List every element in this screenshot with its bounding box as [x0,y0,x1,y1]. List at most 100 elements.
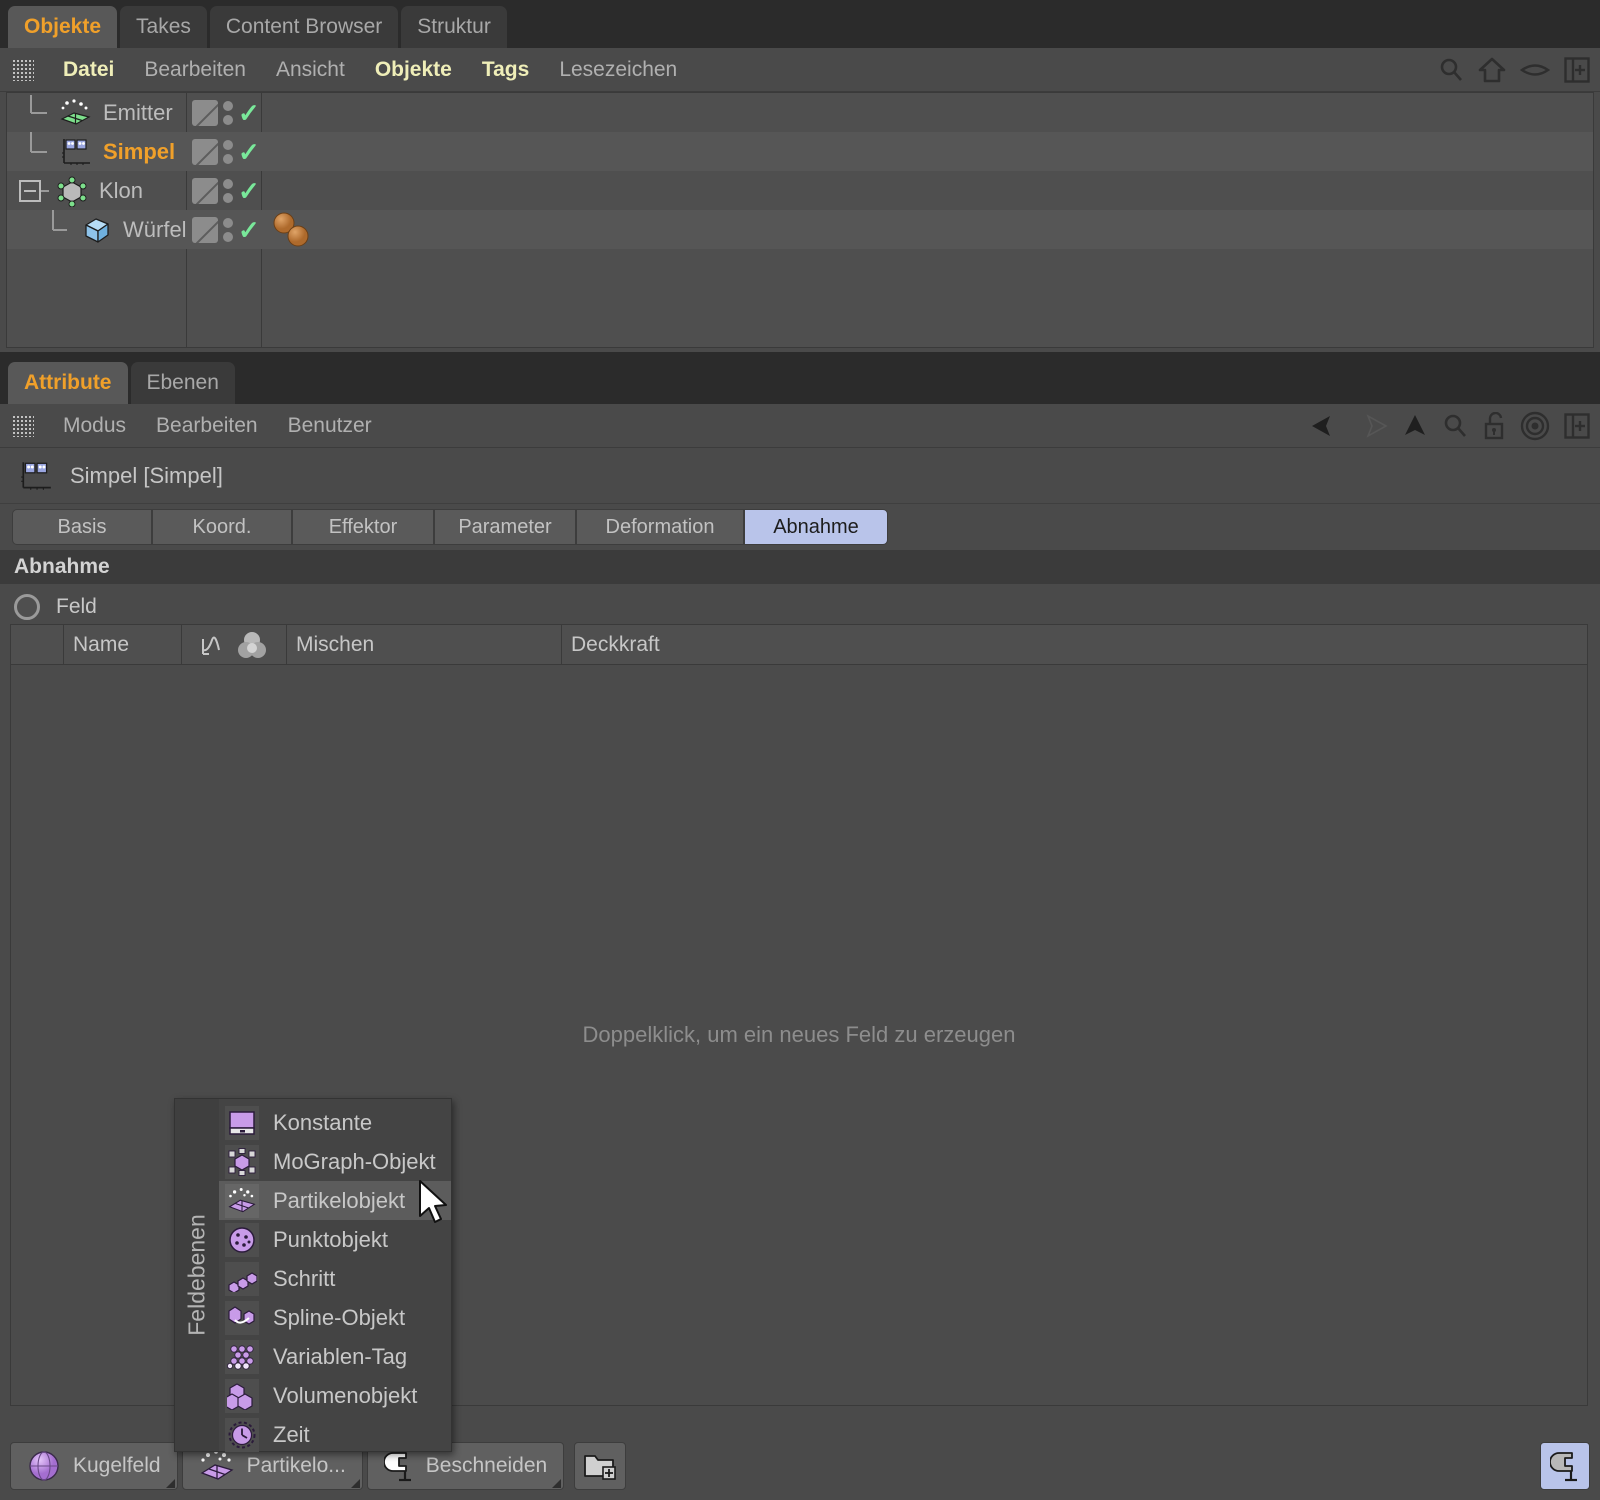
mode-tab-parameter[interactable]: Parameter [434,509,576,545]
menu-bearbeiten[interactable]: Bearbeiten [141,414,273,438]
object-manager-toolbar-icons [1438,48,1590,92]
menu-tags[interactable]: Tags [467,58,544,82]
menu-modus[interactable]: Modus [48,414,141,438]
feld-radio-button[interactable] [14,594,40,620]
tree-row-tags[interactable] [263,210,315,249]
forward-arrow-icon[interactable] [1356,413,1388,439]
unlock-icon[interactable] [1482,412,1506,440]
visibility-dots-icon[interactable] [223,217,233,242]
color-mix-icon [237,632,266,658]
visibility-dots-icon[interactable] [223,178,233,203]
tree-item-label: Klon [99,177,144,203]
menu-benutzer[interactable]: Benutzer [273,414,387,438]
tree-row-controls[interactable]: ✓ [187,210,262,249]
column-header-name[interactable]: Name [63,625,181,665]
visibility-box-icon[interactable] [192,177,218,204]
up-arrow-icon[interactable] [1402,413,1428,439]
menu-item-zeit[interactable]: Zeit [219,1415,451,1454]
preset-button-kugelfeld[interactable]: Kugelfeld [10,1442,178,1490]
tab-takes[interactable]: Takes [120,6,207,48]
menu-ansicht[interactable]: Ansicht [261,58,360,82]
mode-tab-basis[interactable]: Basis [12,509,152,545]
menu-item-konstante[interactable]: Konstante [219,1103,451,1142]
field-list-empty-hint: Doppelklick, um ein neues Feld zu erzeug… [582,1022,1016,1047]
tab-label: Ebenen [146,371,219,394]
menu-item-label: Partikelobjekt [273,1187,406,1213]
visibility-dots-icon[interactable] [223,139,233,164]
visibility-box-icon[interactable] [192,138,218,165]
grip-icon[interactable] [12,58,34,81]
column-header-deckkraft[interactable]: Deckkraft [561,625,1587,665]
particle-object-icon [200,1450,234,1480]
search-icon[interactable] [1442,413,1468,439]
attribute-object-title: Simpel [Simpel] [70,462,223,488]
menu-lesezeichen[interactable]: Lesezeichen [544,58,692,82]
target-icon[interactable] [1520,411,1550,441]
clamp-toggle-button[interactable] [1540,1442,1590,1490]
tree-row-simpel[interactable]: Simpel ✓ [7,132,1593,171]
mode-tab-deformation[interactable]: Deformation [576,509,744,545]
tab-label: Objekte [24,15,102,38]
column-header-mischen[interactable]: Mischen [286,625,561,665]
tab-attribute[interactable]: Attribute [8,362,128,404]
tab-label: Takes [136,15,191,38]
curve-icon [201,636,220,655]
tree-row-controls[interactable]: ✓ [187,171,262,210]
menu-item-label: Zeit [273,1421,310,1447]
tab-struktur[interactable]: Struktur [401,6,507,48]
spline-object-icon [225,1300,259,1335]
menu-objekte[interactable]: Objekte [360,58,467,82]
object-tree[interactable]: Emitter ✓ Simpel ✓ Klon ✓ Würfel ✓ [6,92,1594,348]
object-manager-menubar: Datei Bearbeiten Ansicht Objekte Tags Le… [0,48,1600,92]
column-header-curve-mix-icons[interactable] [181,625,286,665]
mode-tab-abnahme[interactable]: Abnahme [744,509,888,545]
menu-item-label: Spline-Objekt [273,1304,406,1330]
panel-icon[interactable] [1564,57,1590,83]
menu-item-label: Volumenobjekt [273,1382,418,1408]
menu-bearbeiten[interactable]: Bearbeiten [129,58,261,82]
menu-item-volumenobjekt[interactable]: Volumenobjekt [219,1376,451,1415]
tab-objekte[interactable]: Objekte [8,6,118,48]
enabled-check-icon[interactable]: ✓ [238,178,260,204]
eye-icon[interactable] [1520,60,1550,80]
mode-tab-koord[interactable]: Koord. [152,509,292,545]
enabled-check-icon[interactable]: ✓ [238,139,260,165]
menu-item-variablen-tag[interactable]: Variablen-Tag [219,1337,451,1376]
menu-datei[interactable]: Datei [48,58,129,82]
mode-tab-effektor[interactable]: Effektor [292,509,434,545]
tab-ebenen[interactable]: Ebenen [130,362,235,404]
tree-row-controls[interactable]: ✓ [187,132,262,171]
menu-item-schritt[interactable]: Schritt [219,1259,451,1298]
menu-item-mograph-objekt[interactable]: MoGraph-Objekt [219,1142,451,1181]
tag-icons[interactable] [271,212,315,248]
tab-content-browser[interactable]: Content Browser [209,6,399,48]
field-list-header: Name Mischen Deckkraft [11,625,1587,665]
panel-icon[interactable] [1564,413,1590,439]
collapse-expander-icon[interactable] [19,179,41,202]
preset-label: Beschneiden [425,1454,548,1477]
menu-item-punktobjekt[interactable]: Punktobjekt [219,1220,451,1259]
menu-item-spline-objekt[interactable]: Spline-Objekt [219,1298,451,1337]
attribute-mode-tabs: Basis Koord. Effektor Parameter Deformat… [0,504,1600,550]
enabled-check-icon[interactable]: ✓ [238,217,260,243]
tree-row-controls[interactable]: ✓ [187,93,262,132]
tree-row-wuerfel[interactable]: Würfel ✓ [7,210,1593,249]
sphere-field-icon [29,1451,59,1481]
grip-icon[interactable] [12,414,34,437]
volume-object-icon [225,1378,259,1413]
search-icon[interactable] [1438,57,1464,83]
visibility-dots-icon[interactable] [223,100,233,125]
back-arrow-icon[interactable] [1310,413,1342,439]
visibility-box-icon[interactable] [192,99,218,126]
visibility-box-icon[interactable] [192,216,218,243]
feldebenen-dropdown-menu[interactable]: Feldebenen Konstante MoGraph-Objekt Part… [174,1098,452,1452]
attribute-manager-tabstrip: Attribute Ebenen [0,356,1600,404]
variable-tag-icon [225,1339,259,1374]
tree-row-emitter[interactable]: Emitter ✓ [7,93,1593,132]
tree-row-klon[interactable]: Klon ✓ [7,171,1593,210]
folder-add-button[interactable] [574,1442,627,1490]
menu-item-partikelobjekt[interactable]: Partikelobjekt [219,1181,451,1220]
enabled-check-icon[interactable]: ✓ [238,100,260,126]
tab-label: Struktur [417,15,491,38]
home-icon[interactable] [1478,57,1506,83]
